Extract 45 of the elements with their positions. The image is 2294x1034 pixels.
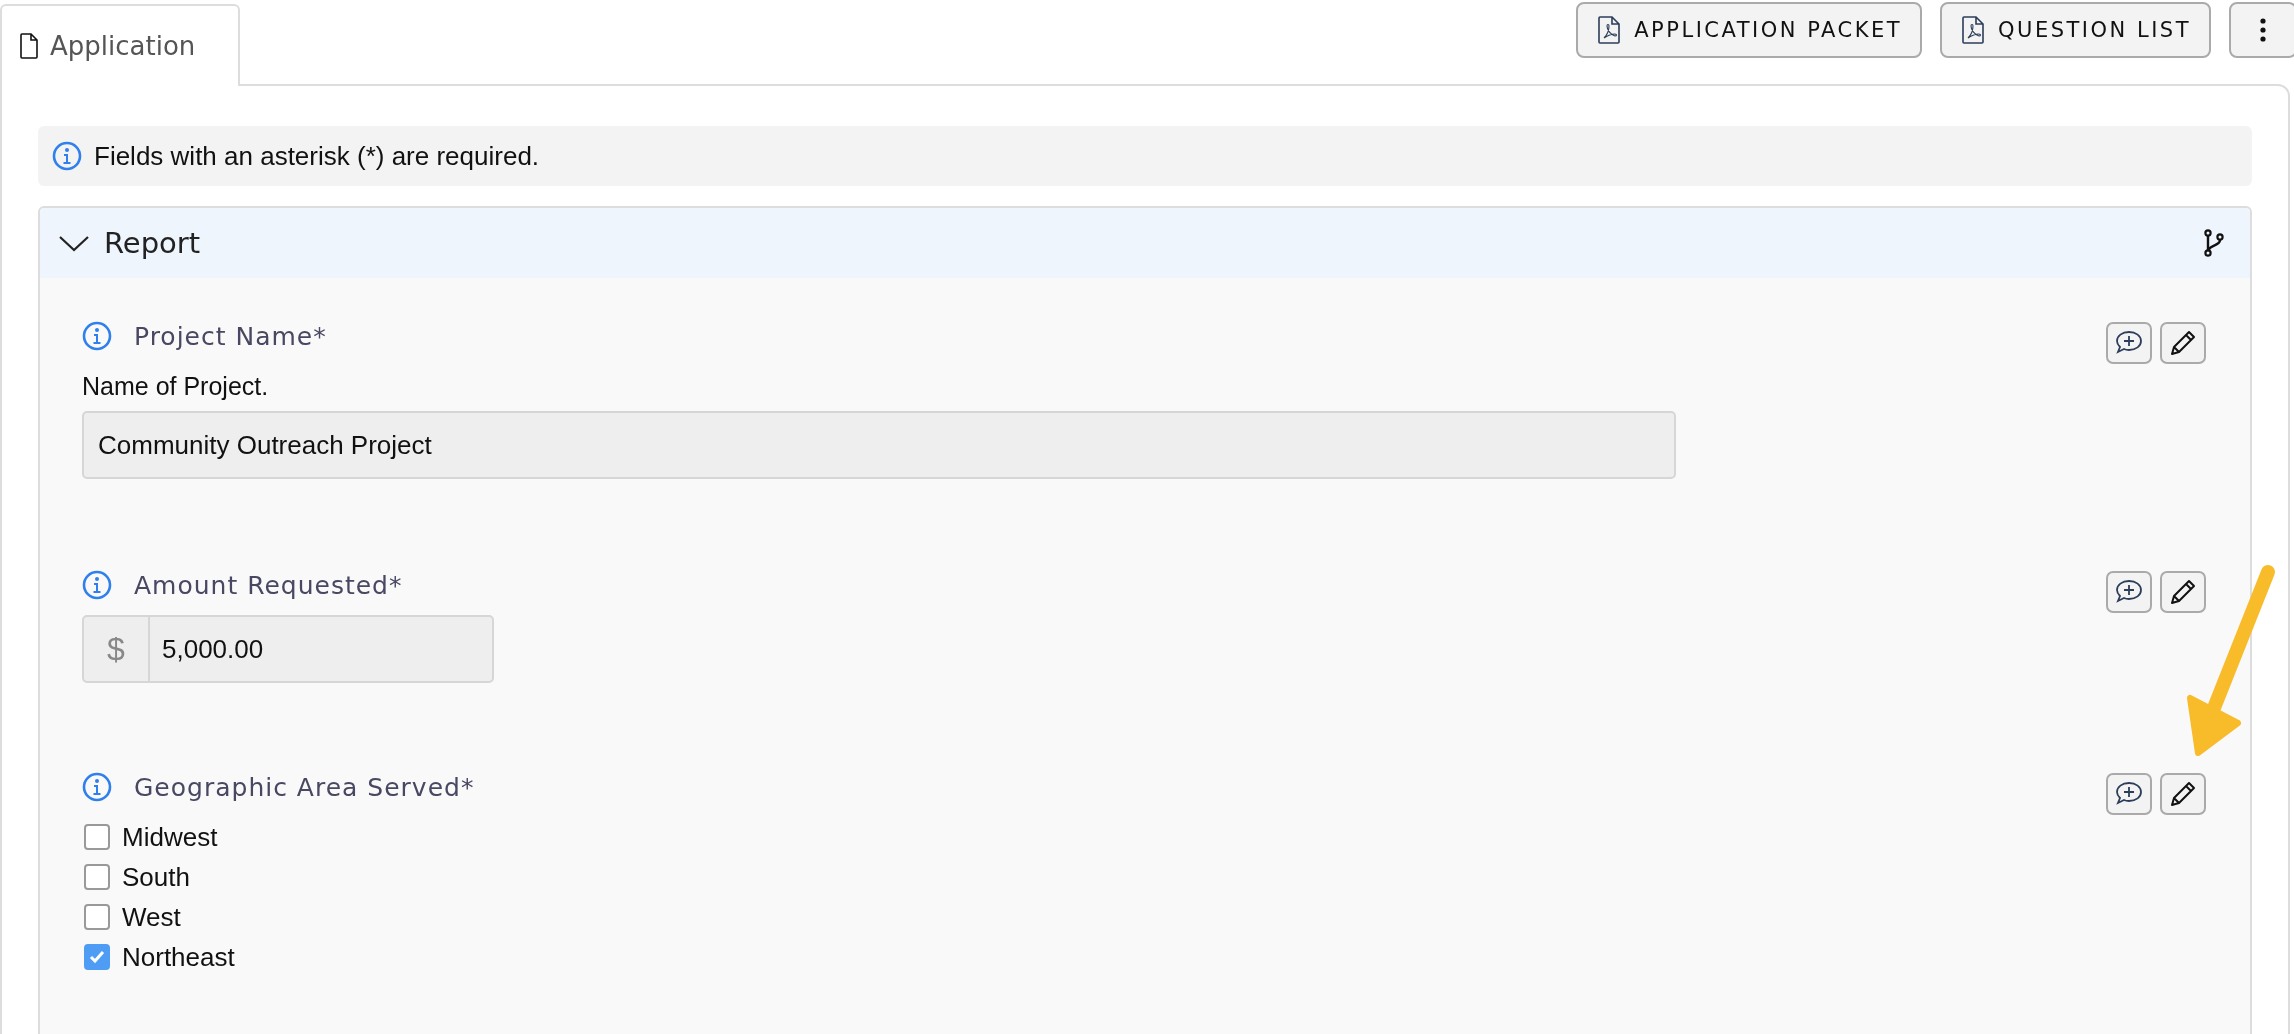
comment-plus-icon: [2114, 578, 2144, 606]
pdf-file-icon: [1962, 16, 1984, 44]
check-icon: [88, 948, 106, 966]
toolbar-button[interactable]: APPLICATION PACKET: [1576, 2, 1922, 58]
text-field[interactable]: Community Outreach Project: [82, 411, 1676, 479]
pdf-file-icon: [1598, 16, 1621, 44]
notice-text: Fields with an asterisk (*) are required.: [94, 140, 540, 172]
question-label: Geographic Area Served*: [134, 772, 475, 802]
checkbox[interactable]: [84, 944, 110, 970]
option-label: West: [122, 901, 181, 933]
comment-plus-icon: [2114, 780, 2144, 808]
currency-prefix: $: [84, 617, 150, 681]
section-title: Report: [104, 226, 202, 260]
info-icon[interactable]: [82, 570, 112, 600]
chevron-icon[interactable]: [58, 233, 90, 253]
option-label: Northeast: [122, 941, 235, 973]
checkbox[interactable]: [84, 824, 110, 850]
add-comment-button[interactable]: [2106, 571, 2152, 613]
info-icon[interactable]: [82, 772, 112, 802]
add-comment-button[interactable]: [2106, 322, 2152, 364]
comment-plus-icon: [2114, 329, 2144, 357]
pencil-icon: [2169, 780, 2197, 808]
add-comment-button[interactable]: [2106, 773, 2152, 815]
edit-button[interactable]: [2160, 322, 2206, 364]
option-label: Midwest: [122, 821, 218, 853]
checkbox[interactable]: [84, 864, 110, 890]
info-icon[interactable]: [82, 321, 112, 351]
info-icon: [52, 141, 82, 171]
option-label: South: [122, 861, 190, 893]
edit-button[interactable]: [2160, 571, 2206, 613]
amount-value: 5,000.00: [161, 632, 264, 666]
tab[interactable]: Application: [0, 4, 240, 86]
document-icon: [20, 33, 38, 59]
toolbar-button[interactable]: QUESTION LIST: [1940, 2, 2211, 58]
pencil-icon: [2169, 578, 2197, 606]
question-description: Name of Project.: [82, 372, 270, 401]
currency-field[interactable]: $ 5,000.00: [82, 615, 494, 683]
edit-button[interactable]: [2160, 773, 2206, 815]
question-label: Amount Requested*: [134, 570, 403, 600]
pencil-icon: [2169, 329, 2197, 357]
checkbox[interactable]: [84, 904, 110, 930]
question-label: Project Name*: [134, 321, 327, 351]
more-icon: [2259, 17, 2267, 43]
branch-icon[interactable]: [2204, 229, 2224, 257]
section-header[interactable]: Report: [40, 208, 2250, 278]
